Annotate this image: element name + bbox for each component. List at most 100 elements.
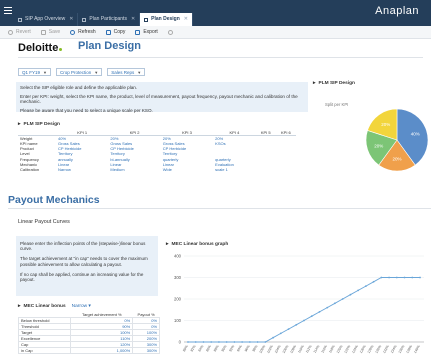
x-tick-label: 128% [367,345,375,355]
instruction-text: Please enter the inflection points of th… [20,241,146,252]
calibration-filter[interactable]: Narrow ▾ [72,304,91,309]
data-point [287,328,290,330]
plm-card-title: ▸ PLM SIP Design [18,121,60,127]
calibration-filter-value: Narrow [71,303,88,309]
data-point [279,332,282,335]
page-title: Plan Design [78,40,141,52]
data-point [372,280,375,283]
close-icon[interactable]: ✕ [184,13,188,26]
data-point [318,311,321,313]
table-row: in Cap 1,000% 300% [17,347,160,354]
business-unit-selector[interactable]: Crop Protection ▼ [55,68,103,76]
anaplan-logo: Anaplan [375,5,419,17]
series-line [188,277,420,343]
copy-icon [105,29,111,35]
data-point [248,341,251,343]
business-unit-value: Crop Protection [59,69,92,75]
table-cell[interactable]: scale 1 [213,167,256,172]
page-icon [82,17,87,22]
data-point [218,341,220,343]
page-tabs: SIP App Overview ✕ Plan Participants ✕ P… [14,13,193,26]
table-cell[interactable]: Wide [161,167,213,172]
close-icon[interactable]: ✕ [131,13,135,26]
collapse-icon[interactable]: ▸ [166,241,169,247]
tab-plan-design[interactable]: Plan Design ✕ [140,13,193,26]
tab-plan-participants[interactable]: Plan Participants ✕ [78,13,141,26]
tab-label: Plan Design [151,16,180,22]
x-tick-label: 110% [297,345,305,354]
payout-instructions: Please enter the inflection points of th… [16,236,158,296]
table-cell[interactable]: 1,000% [70,347,134,354]
undo-icon [167,29,173,35]
refresh-button[interactable]: Refresh [70,29,96,35]
data-point [264,341,267,343]
tab-label: Plan Participants [89,16,127,22]
data-point [303,319,305,322]
x-tick-label: 100% [258,345,266,355]
table-row: Calibration Narrow Medium Wide scale 1 [18,167,296,172]
x-tick-label: 132% [382,345,390,355]
x-tick-label: 80% [182,345,189,353]
x-tick-label: 82% [190,345,197,353]
plm-card-title-text: PLM SIP Design [23,121,60,127]
table-cell[interactable]: 300% [132,347,160,354]
data-point [419,276,421,279]
data-point [403,276,406,279]
x-tick-label: 84% [197,345,204,353]
table-cell[interactable]: Narrow [56,167,108,172]
x-tick-label: 88% [213,345,220,353]
table-cell[interactable] [256,167,276,172]
revert-button[interactable]: Revert [8,29,31,35]
mec-card-title: ▸ MEC Linear bonus Narrow ▾ [18,303,91,309]
data-point [194,341,197,343]
y-tick-label: 300 [174,275,182,280]
intro-text: Enter per KPI: weight, select the KPI na… [20,94,298,104]
header-divider [18,57,423,58]
export-label: Export [143,29,158,35]
y-tick-label: 400 [174,254,182,259]
intro-text: Select the SIP eligible role and define … [20,85,138,90]
logo-dot [59,48,63,51]
x-tick-label: 102% [266,345,274,355]
role-selector[interactable]: Sales Reps ▼ [107,68,146,76]
x-tick-label: 86% [205,345,212,353]
data-point [364,285,367,287]
close-icon[interactable]: ✕ [69,13,73,26]
collapse-icon[interactable]: ▸ [18,121,21,127]
x-tick-label: 134% [390,345,398,355]
page-icon [18,17,22,22]
mec-card-title-text: MEC Linear bonus [23,303,66,309]
save-button[interactable]: Save [40,29,61,35]
x-tick-label: 122% [343,345,351,355]
collapse-icon[interactable]: ▸ [18,303,21,309]
table-cell[interactable] [276,167,296,172]
brand-text: Deloitte [18,42,59,54]
copy-button[interactable]: Copy [105,29,125,35]
pie-slice-label: 20% [381,122,390,127]
save-icon [40,29,46,35]
tab-sip-app-overview[interactable]: SIP App Overview ✕ [14,13,79,26]
role-value: Sales Reps [111,69,135,75]
top-bar: SIP App Overview ✕ Plan Participants ✕ P… [0,0,431,26]
revert-label: Revert [16,29,31,35]
table-cell[interactable]: Medium [108,167,160,172]
export-button[interactable]: Export [135,29,158,35]
tab-label: SIP App Overview [25,16,66,22]
row-label: in Cap [17,347,72,354]
toolbar: Revert Save Refresh Copy Export [0,26,431,39]
y-tick-label: 100 [174,318,182,323]
graph-card-title-text: MEC Linear bonus graph [171,241,229,247]
export-icon [135,29,141,35]
row-label: Calibration [20,167,40,173]
x-tick-label: 140% [413,345,421,355]
undo-button[interactable] [167,29,176,35]
y-tick-label: 200 [174,297,182,302]
x-tick-label: 90% [221,345,228,353]
data-point [380,276,383,279]
save-label: Save [48,29,61,35]
menu-icon[interactable] [4,7,12,15]
x-tick-label: 98% [252,345,259,353]
subsection-title: Linear Payout Curves [18,219,70,225]
period-selector[interactable]: Q1 FY19 ▼ [18,68,51,76]
refresh-label: Refresh [78,29,96,35]
